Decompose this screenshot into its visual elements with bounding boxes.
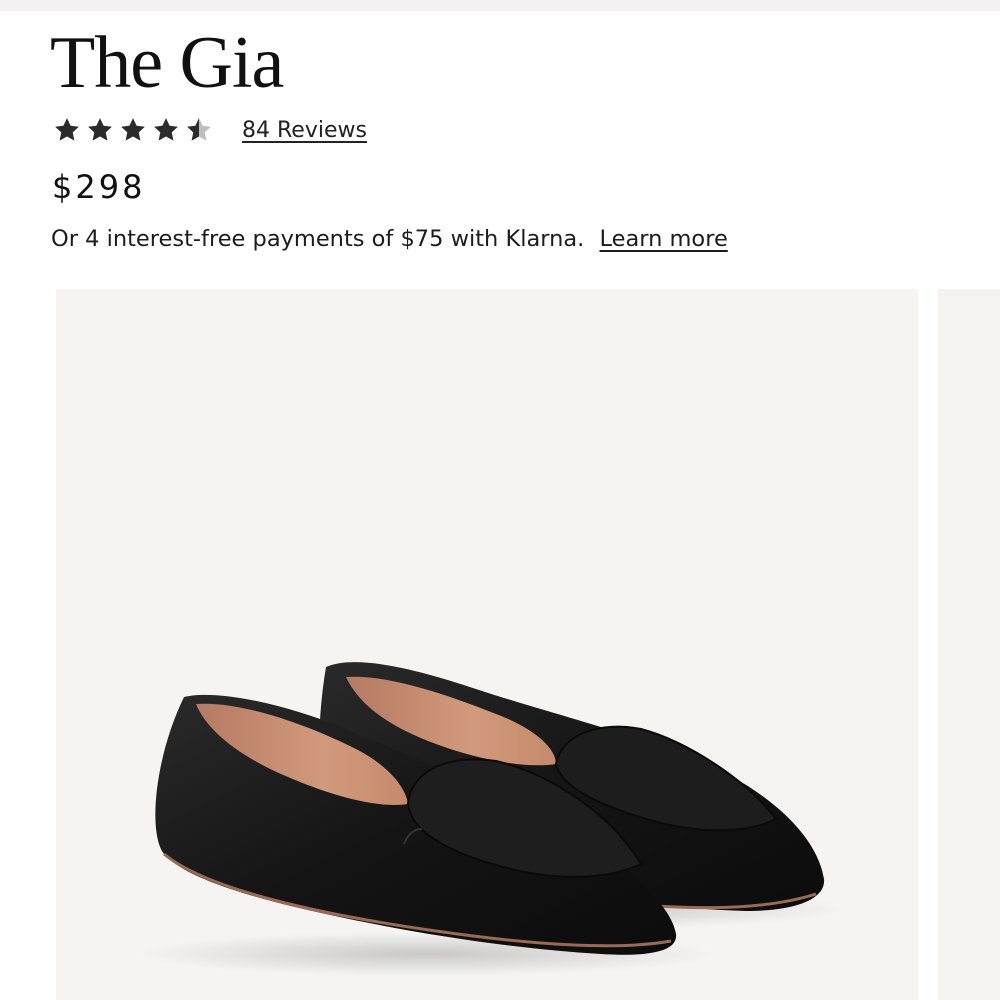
star-icon (85, 115, 115, 145)
star-icon (118, 115, 148, 145)
star-icon (151, 115, 181, 145)
klarna-payment-info: Or 4 interest-free payments of $75 with … (51, 226, 728, 252)
rating-row: 84 Reviews (52, 114, 367, 146)
top-strip (0, 0, 1000, 11)
product-price: $298 (52, 168, 146, 206)
product-image[interactable] (56, 289, 918, 1000)
product-title: The Gia (50, 22, 284, 104)
next-product-image[interactable] (938, 289, 1000, 1000)
shoe-pair-image (136, 662, 846, 976)
learn-more-link[interactable]: Learn more (599, 226, 727, 252)
star-icon (52, 115, 82, 145)
star-half-icon (184, 115, 214, 145)
reviews-link[interactable]: 84 Reviews (242, 118, 367, 143)
klarna-text: Or 4 interest-free payments of $75 with … (51, 226, 585, 252)
star-rating[interactable] (52, 115, 214, 145)
